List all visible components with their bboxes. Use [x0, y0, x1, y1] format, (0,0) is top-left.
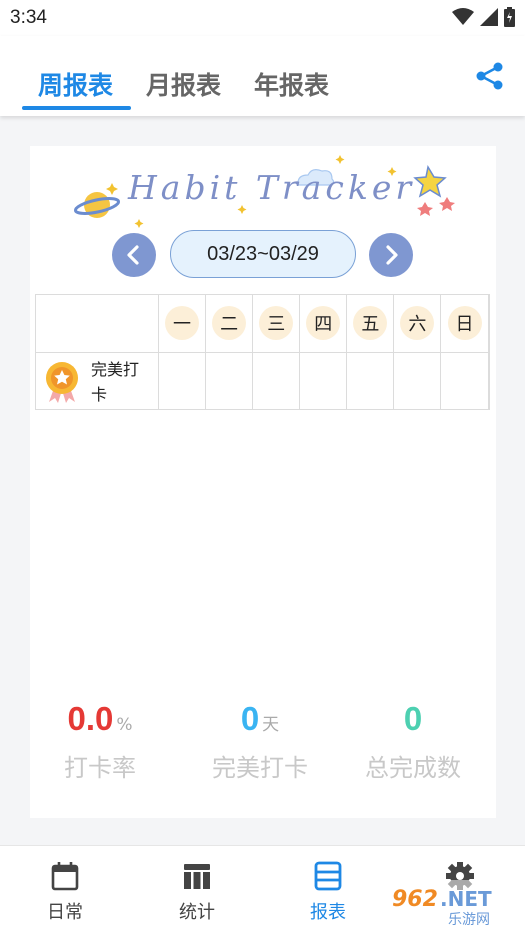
stats-icon [184, 864, 210, 889]
table-row: 完美打卡 [35, 351, 491, 410]
medal-icon [46, 361, 78, 403]
day-header: 日 [440, 294, 489, 353]
nav-daily-label: 日常 [47, 902, 83, 923]
svg-text:乐游网: 乐游网 [448, 912, 490, 928]
check-cell[interactable] [157, 351, 207, 410]
day-header: 二 [205, 294, 254, 353]
perfect-days-unit: 天 [262, 715, 280, 735]
report-icon [314, 861, 342, 891]
nav-statistics[interactable]: 统计 [147, 846, 247, 933]
chevron-right-icon [386, 245, 398, 265]
nav-report-label: 报表 [310, 902, 346, 923]
next-week-button[interactable] [369, 233, 413, 277]
empty-header-cell [487, 294, 491, 353]
day-label: 日 [447, 306, 482, 341]
signal-icon [480, 8, 498, 26]
svg-text:962: 962 [392, 887, 438, 912]
active-tab-indicator [22, 106, 131, 110]
day-label: 三 [259, 306, 294, 341]
status-icons [452, 7, 515, 27]
day-header: 五 [346, 294, 395, 353]
battery-icon [504, 7, 515, 27]
check-cell[interactable] [299, 351, 348, 410]
stat-checkin-rate: 0.0% 打卡率 [40, 700, 160, 783]
previous-week-button[interactable] [112, 233, 156, 277]
week-navigator: 03/23~03/29 [0, 230, 525, 278]
day-label: 五 [353, 306, 388, 341]
header-corner-cell [35, 294, 159, 353]
svg-text:.NET: .NET [440, 887, 492, 911]
day-label: 二 [212, 306, 247, 341]
table-header-row: 一 二 三 四 五 六 日 [35, 294, 491, 353]
habit-table: 一 二 三 四 五 六 日 完美打卡 [35, 294, 491, 410]
banner-title: Habit Tracker [128, 168, 416, 207]
watermark-logo: 962 .NET 乐游网 [388, 880, 520, 928]
checkin-rate-unit: % [116, 715, 133, 735]
checkin-rate-label: 打卡率 [64, 754, 136, 782]
habit-name-cell[interactable]: 完美打卡 [35, 351, 159, 410]
day-header: 一 [157, 294, 207, 353]
planet-icon [73, 192, 121, 218]
tab-weekly-report[interactable]: 周报表 [38, 66, 113, 102]
stats-section: 0.0% 打卡率 0天 完美打卡 0 总完成数 [30, 700, 496, 800]
check-cell[interactable] [346, 351, 395, 410]
day-header: 四 [299, 294, 348, 353]
empty-cell [487, 351, 491, 410]
nav-daily[interactable]: 日常 [15, 846, 115, 933]
check-cell[interactable] [393, 351, 442, 410]
day-header: 六 [393, 294, 442, 353]
perfect-days-value: 0 [240, 700, 260, 737]
calendar-icon [51, 862, 79, 891]
check-cell[interactable] [440, 351, 489, 410]
total-completed-label: 总完成数 [365, 754, 461, 782]
day-label: 四 [306, 306, 341, 341]
stat-perfect-days: 0天 完美打卡 [185, 700, 335, 783]
week-range[interactable]: 03/23~03/29 [170, 230, 356, 278]
nav-report[interactable]: 报表 [278, 846, 378, 933]
day-label: 一 [165, 306, 200, 341]
check-cell[interactable] [205, 351, 254, 410]
share-icon[interactable] [474, 60, 506, 92]
chevron-left-icon [127, 245, 139, 265]
tab-monthly-report[interactable]: 月报表 [146, 66, 221, 102]
habit-name: 完美打卡 [91, 359, 140, 404]
checkin-rate-value: 0.0 [67, 700, 114, 737]
star-icon [413, 164, 455, 216]
tab-yearly-report[interactable]: 年报表 [254, 66, 329, 102]
perfect-days-label: 完美打卡 [212, 754, 308, 782]
stat-total-completed: 0 总完成数 [348, 700, 478, 783]
day-header: 三 [252, 294, 301, 353]
status-time: 3:34 [10, 7, 47, 28]
status-bar: 3:34 [0, 0, 525, 36]
wifi-icon [452, 8, 474, 25]
check-cell[interactable] [252, 351, 301, 410]
day-label: 六 [400, 306, 435, 341]
nav-statistics-label: 统计 [179, 902, 215, 923]
total-completed-value: 0 [403, 700, 423, 737]
